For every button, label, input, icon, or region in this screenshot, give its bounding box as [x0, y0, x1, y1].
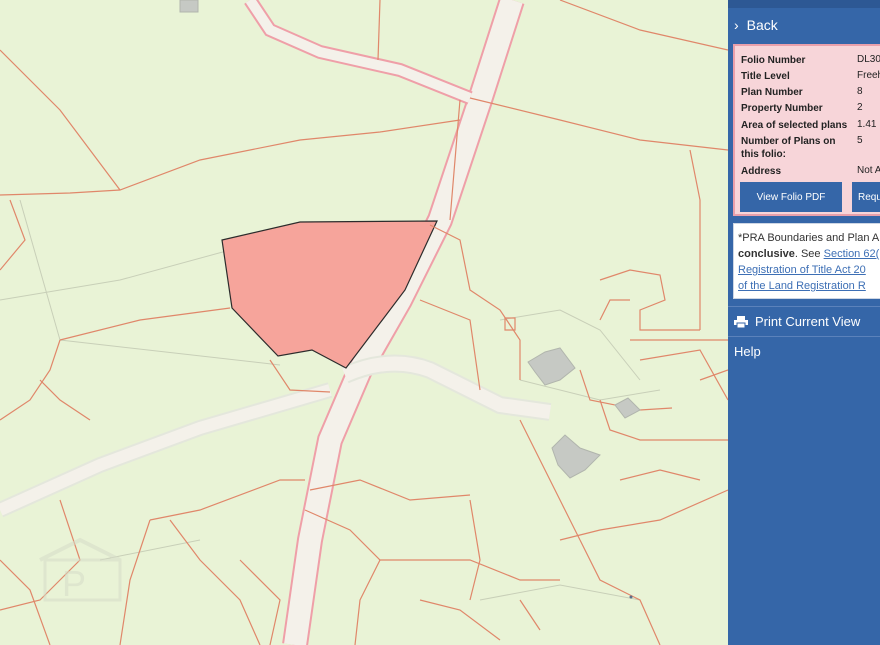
divider	[728, 306, 880, 307]
help-link[interactable]: Help	[734, 344, 761, 359]
back-label: Back	[746, 17, 778, 33]
section-62-link[interactable]: Section 62(	[824, 248, 880, 260]
map-canvas[interactable]: P	[0, 0, 728, 645]
print-label: Print Current View	[755, 314, 861, 329]
watermark-text: P	[62, 563, 86, 604]
back-button[interactable]: › Back	[734, 14, 778, 36]
note-line-1: *PRA Boundaries and Plan Ar	[738, 232, 880, 244]
note-bold: conclusive	[738, 248, 795, 260]
printer-icon	[734, 315, 748, 328]
marker-dot	[629, 595, 633, 599]
map-svg[interactable]: P	[0, 0, 728, 645]
registration-act-link[interactable]: Registration of Title Act 20	[738, 262, 880, 278]
side-panel: › Back Folio Number DL30( Title Level Fr…	[728, 0, 880, 645]
note-see: . See	[794, 248, 824, 260]
disclaimer-note: *PRA Boundaries and Plan Ar conclusive. …	[733, 223, 880, 299]
note-line-2: conclusive. See Section 62(	[738, 246, 880, 262]
view-folio-pdf-button[interactable]: View Folio PDF	[740, 182, 842, 212]
request-button[interactable]: Requ	[852, 182, 880, 212]
panel-top-strip	[728, 0, 880, 8]
divider	[728, 336, 880, 337]
land-registration-rules-link[interactable]: of the Land Registration R	[738, 278, 880, 294]
chevron-right-icon: ›	[734, 17, 739, 33]
folio-info-box: Folio Number DL30( Title Level Freeh Pla…	[733, 44, 880, 216]
print-current-view-button[interactable]: Print Current View	[734, 314, 860, 329]
